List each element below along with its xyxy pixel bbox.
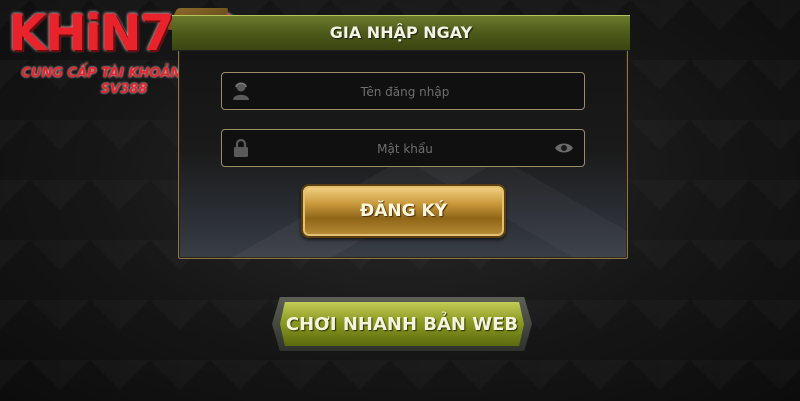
play-web-button-label: CHƠI NHANH BẢN WEB (285, 313, 519, 335)
password-field[interactable] (221, 129, 588, 168)
username-field[interactable] (221, 72, 588, 111)
eye-icon[interactable] (554, 140, 574, 156)
password-input[interactable] (222, 130, 588, 168)
panel-title: GIA NHẬP NGAY (329, 23, 473, 42)
register-button[interactable]: ĐĂNG KÝ (301, 184, 506, 238)
register-button-label: ĐĂNG KÝ (360, 201, 447, 221)
play-web-button[interactable]: CHƠI NHANH BẢN WEB (280, 302, 524, 346)
username-input[interactable] (222, 73, 588, 111)
panel-header: GIA NHẬP NGAY (172, 15, 630, 51)
